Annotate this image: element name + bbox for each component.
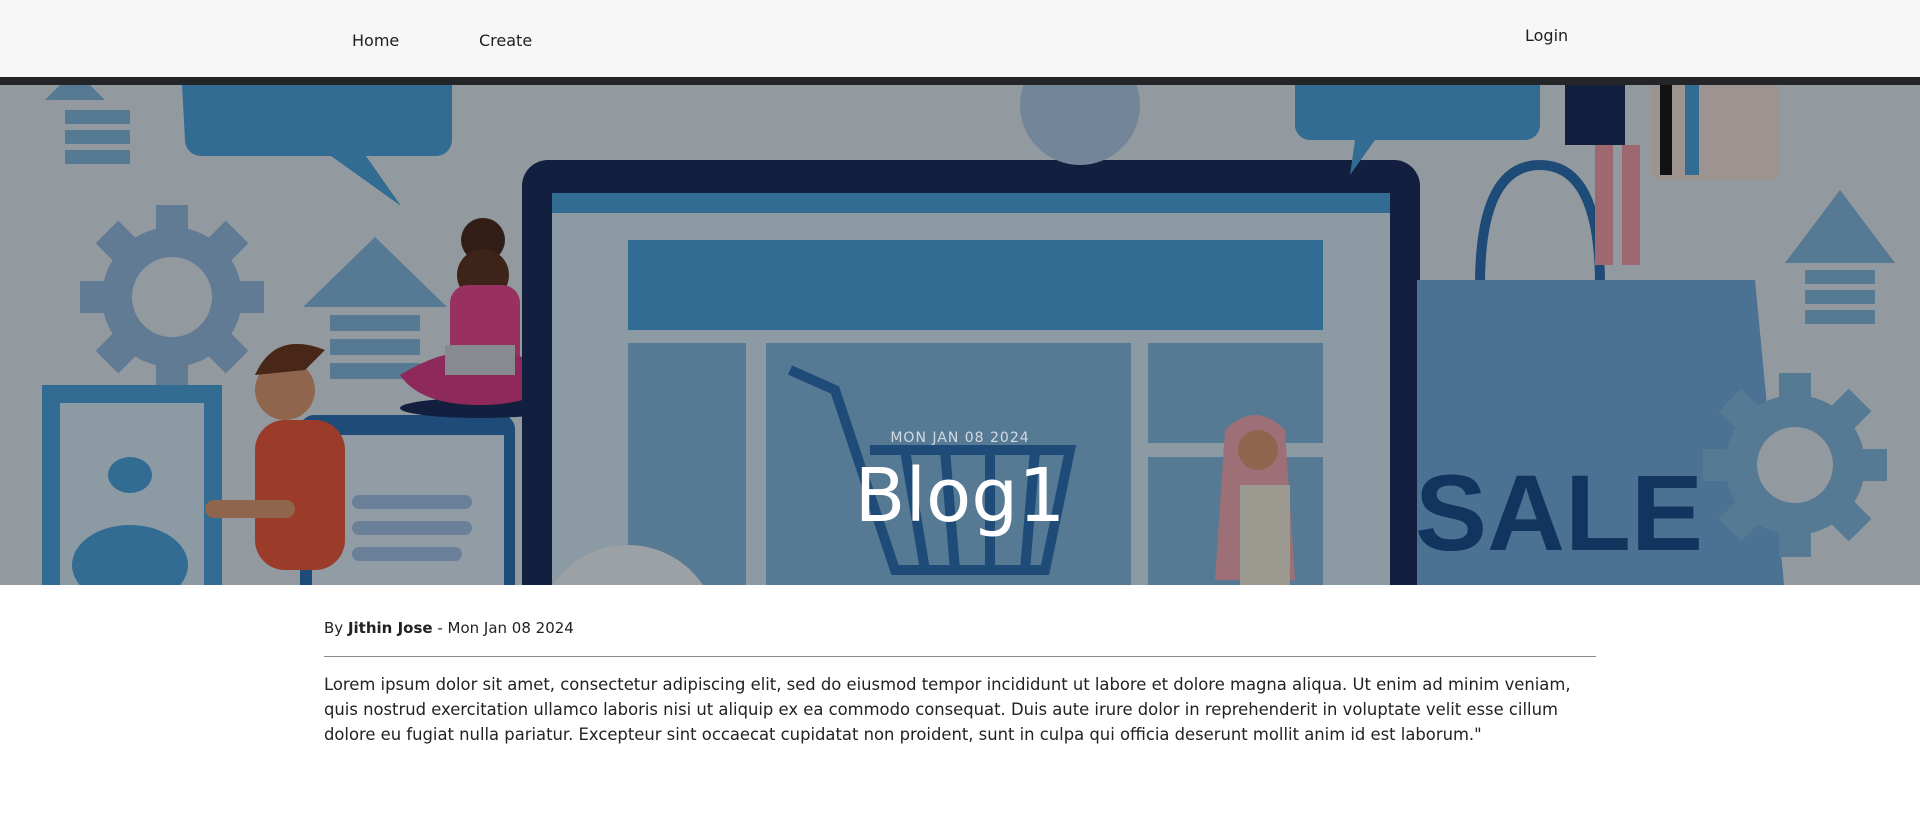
- navbar-bottom-border: [0, 77, 1920, 85]
- navbar: Home Create Login: [0, 0, 1920, 77]
- hero-banner: SALE MON JAN 08 2024 Blog1: [0, 85, 1920, 585]
- nav-home-link[interactable]: Home: [352, 31, 399, 50]
- hero-title: Blog1: [854, 453, 1066, 539]
- hero-date: MON JAN 08 2024: [890, 430, 1030, 446]
- meta-separator: -: [432, 619, 448, 637]
- post-body: Lorem ipsum dolor sit amet, consectetur …: [324, 675, 1571, 744]
- by-label: By: [324, 619, 344, 637]
- author-name: Jithin Jose: [347, 619, 433, 637]
- divider: [324, 656, 1596, 657]
- post-date: Mon Jan 08 2024: [447, 619, 574, 637]
- nav-create-link[interactable]: Create: [479, 31, 532, 50]
- nav-login-link[interactable]: Login: [1525, 26, 1568, 45]
- post-meta: By Jithin Jose - Mon Jan 08 2024: [324, 619, 574, 637]
